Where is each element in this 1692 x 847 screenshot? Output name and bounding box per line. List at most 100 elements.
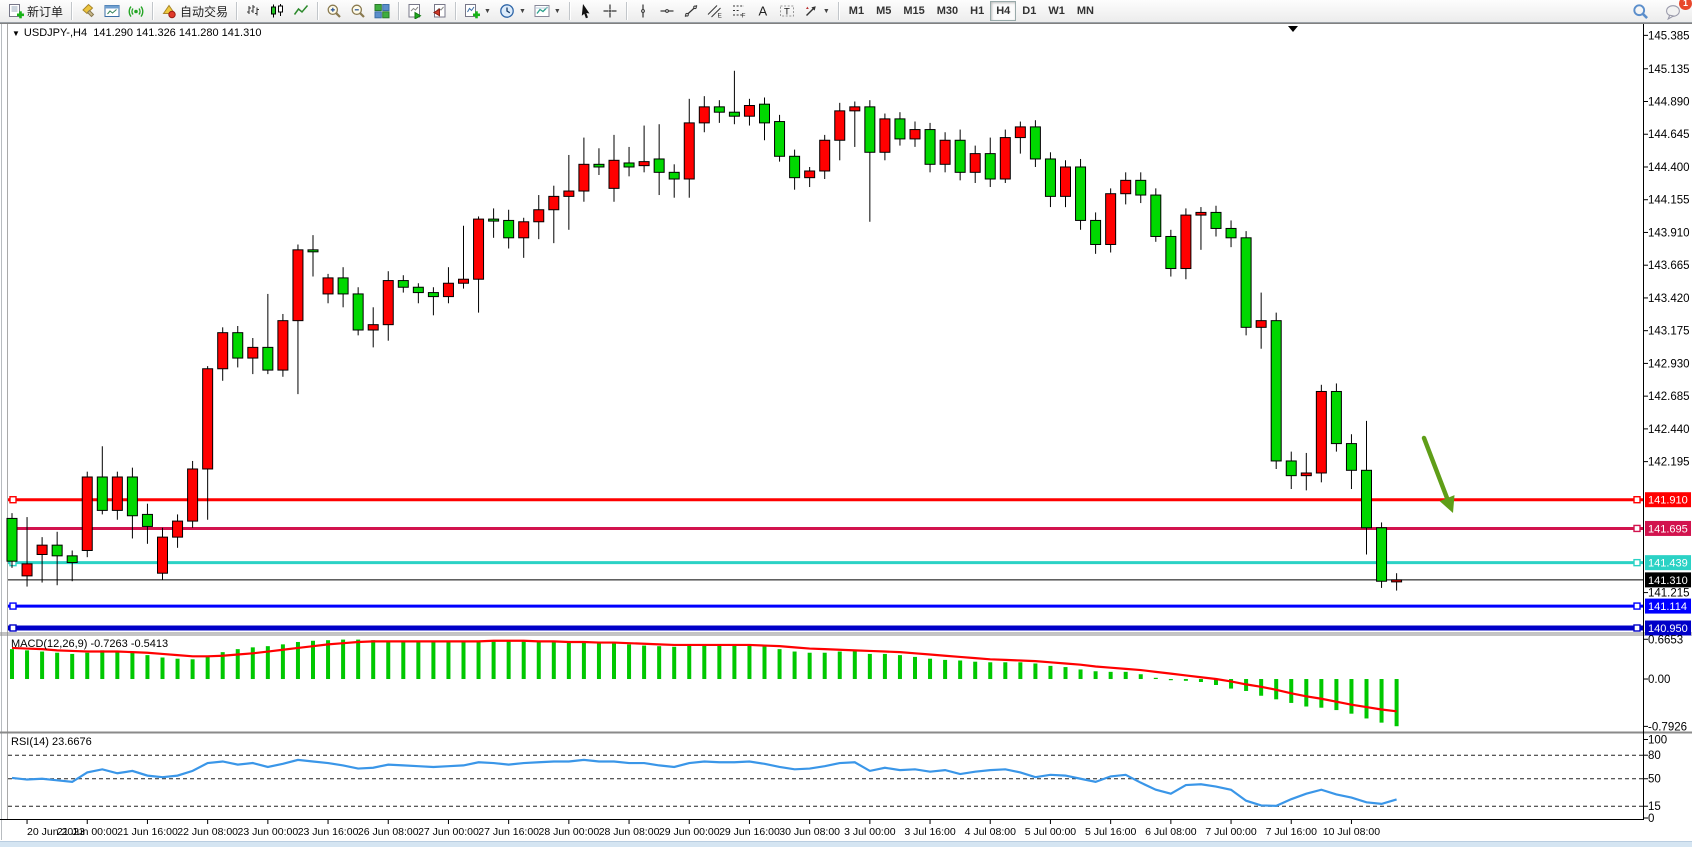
macd-bar [567,643,571,679]
macd-bar [1304,679,1308,706]
macd-bar [431,641,435,679]
price-tick-label: 142.685 [1648,391,1690,403]
macd-bar [853,651,857,679]
macd-bar [1365,679,1369,718]
hline-handle[interactable] [10,497,16,503]
hline-price-text: 141.114 [1648,601,1687,613]
macd-bar [1395,679,1399,726]
hline-handle[interactable] [1634,625,1640,631]
macd-bar [687,646,691,679]
macd-bar [1079,669,1083,679]
price-tick-label: 145.385 [1648,30,1690,42]
chart-ohlc-readout: 141.290 141.326 141.280 141.310 [93,27,261,39]
time-tick-label: 21 Jun 00:00 [57,826,118,838]
macd-bar [823,653,827,679]
macd-bar [973,662,977,679]
macd-bar [446,641,450,679]
macd-bar [401,641,405,679]
mt4-window: 新订单自动交易▼▼▼EFAT▼M1M5M15M30H1H4D1W1MN 1 ▼U… [0,0,1692,847]
candle [1151,188,1161,241]
price-tick-label: 142.440 [1648,424,1690,436]
macd-bar [1184,679,1188,681]
hline-price-text: 141.910 [1648,495,1688,507]
price-tick-label: 145.135 [1648,64,1690,76]
macd-bar [522,641,526,679]
candle [1316,385,1326,483]
macd-bar [1334,679,1338,710]
time-tick-label: 23 Jun 16:00 [298,826,359,838]
macd-bar [356,640,360,679]
candle [1271,313,1281,469]
macd-bar [943,660,947,679]
macd-bar [386,641,390,679]
macd-bar [1169,679,1173,680]
macd-bar [10,649,14,679]
time-tick-label: 28 Jun 00:00 [538,826,599,838]
macd-bar [326,640,330,679]
candle [1331,383,1341,451]
macd-bar [1154,678,1158,679]
time-tick-label: 27 Jun 16:00 [478,826,539,838]
hline-handle[interactable] [1634,560,1640,566]
hline-handle[interactable] [10,603,16,609]
price-tick-label: 144.890 [1648,97,1690,109]
macd-bar [145,655,149,679]
candle [278,314,288,377]
macd-bar [462,641,466,679]
macd-bar [642,646,646,679]
macd-bar [1064,667,1068,679]
hline-handle[interactable] [1634,525,1640,531]
candle [188,461,198,528]
time-tick-label: 23 Jun 00:00 [237,826,298,838]
time-tick-label: 5 Jul 00:00 [1025,826,1077,838]
candle [7,513,17,568]
macd-bar [115,652,119,679]
macd-bar [176,659,180,679]
rsi-label: RSI(14) 23.6676 [11,736,92,748]
time-tick-label: 3 Jul 00:00 [844,826,896,838]
macd-tick-label: 0.6653 [1648,634,1683,646]
macd-bar [477,641,481,679]
hline-handle[interactable] [1634,497,1640,503]
rsi-tick-label: 50 [1648,774,1661,786]
macd-bar [1003,662,1007,679]
macd-bar [597,643,601,679]
macd-bar [808,653,812,679]
candle [1106,188,1116,252]
macd-bar [161,658,165,680]
time-tick-label: 21 Jun 16:00 [117,826,178,838]
macd-bar [1349,679,1353,714]
macd-tick-label: 0.00 [1648,674,1670,686]
macd-bar [1048,666,1052,679]
macd-bar [1289,679,1293,703]
chart-expand-icon[interactable]: ▼ [12,29,20,38]
price-tick-label: 143.910 [1648,227,1690,239]
macd-bar [55,653,59,679]
macd-bar [928,659,932,679]
candle [353,287,363,335]
time-tick-label: 3 Jul 16:00 [904,826,956,838]
macd-bar [492,640,496,679]
hline-handle[interactable] [1634,603,1640,609]
macd-bar [702,644,706,679]
macd-bar [747,644,751,679]
hline-price-text: 141.310 [1648,575,1688,587]
macd-bar [883,654,887,679]
macd-bar [191,659,195,679]
macd-tick-label: -0.7926 [1648,721,1687,733]
macd-bar [1109,672,1113,679]
time-tick-label: 26 Jun 08:00 [358,826,419,838]
rsi-tick-label: 15 [1648,801,1661,813]
window-bottom-edge [0,841,1692,847]
time-tick-label: 7 Jul 00:00 [1205,826,1257,838]
time-tick-label: 29 Jun 16:00 [719,826,780,838]
macd-bar [913,657,917,679]
chart-canvas: 145.385145.135144.890144.645144.400144.1… [0,0,1692,847]
price-tick-label: 141.215 [1648,588,1690,600]
macd-bar [537,642,541,679]
macd-bar [988,662,992,679]
hline-handle[interactable] [10,625,16,631]
hline-price-text: 140.950 [1648,623,1688,635]
macd-bar [838,652,842,679]
macd-bar [1124,672,1128,679]
